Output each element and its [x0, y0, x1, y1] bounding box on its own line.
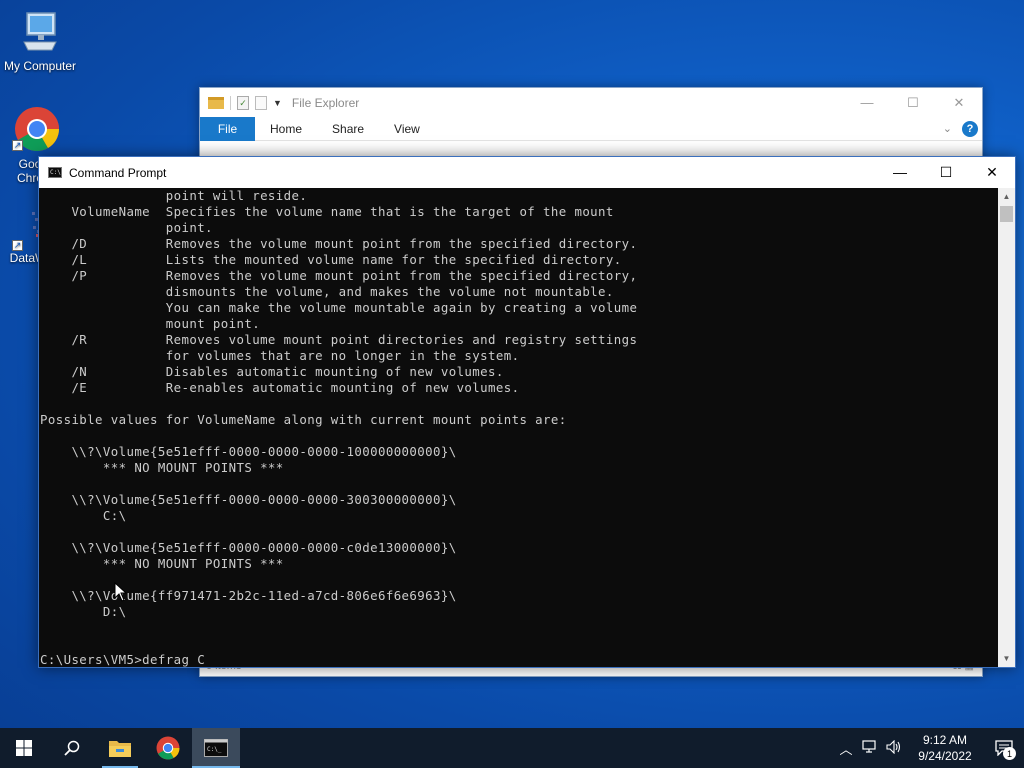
action-center-button[interactable]: 1 — [984, 728, 1024, 768]
expand-ribbon-icon[interactable]: ⌄ — [943, 122, 952, 135]
file-explorer-icon — [109, 741, 131, 757]
command-prompt-window[interactable]: C:\ Command Prompt — ☐ ✕ point will resi… — [38, 156, 1016, 668]
customize-dropdown-icon[interactable]: ▼ — [273, 98, 282, 108]
tab-share[interactable]: Share — [317, 122, 379, 136]
clock[interactable]: 9:12 AM 9/24/2022 — [906, 732, 984, 764]
windows-logo-icon — [16, 740, 32, 756]
taskbar-file-explorer[interactable] — [96, 728, 144, 768]
taskbar-command-prompt[interactable]: C:\_ — [192, 728, 240, 768]
shortcut-arrow-icon: ↗ — [12, 140, 23, 151]
shortcut-arrow-icon: ↗ — [12, 240, 23, 251]
minimize-button[interactable]: — — [877, 157, 923, 187]
scroll-thumb[interactable] — [1000, 206, 1013, 222]
notification-count-badge: 1 — [1003, 747, 1016, 760]
folder-icon — [208, 96, 224, 109]
console-line: VolumeName Specifies the volume name tha… — [40, 204, 614, 219]
console-line: dismounts the volume, and makes the volu… — [40, 284, 614, 299]
maximize-button[interactable]: ☐ — [923, 157, 969, 187]
console-line: for volumes that are no longer in the sy… — [40, 348, 520, 363]
console-icon: C:\ — [48, 167, 62, 178]
console-line: \\?\Volume{ff971471-2b2c-11ed-a7cd-806e6… — [40, 588, 457, 603]
tab-file[interactable]: File — [200, 116, 255, 141]
quick-access-toolbar: ✓ ▼ — [208, 95, 282, 110]
command-prompt-titlebar[interactable]: C:\ Command Prompt — ☐ ✕ — [39, 157, 1015, 188]
start-button[interactable] — [0, 728, 48, 768]
search-button[interactable] — [48, 728, 96, 768]
console-line: C:\Users\VM5>defrag C — [40, 652, 206, 667]
console-line: /R Removes volume mount point directorie… — [40, 332, 638, 347]
close-button[interactable]: ✕ — [969, 157, 1015, 187]
console-line: D:\ — [40, 604, 127, 619]
console-line: \\?\Volume{5e51efff-0000-0000-0000-30030… — [40, 492, 457, 507]
console-line: mount point. — [40, 316, 261, 331]
console-line: \\?\Volume{5e51efff-0000-0000-0000-10000… — [40, 444, 457, 459]
command-prompt-icon: C:\_ — [204, 739, 228, 757]
close-button[interactable]: ✕ — [936, 88, 982, 117]
properties-icon[interactable]: ✓ — [237, 95, 249, 110]
window-title: Command Prompt — [69, 165, 167, 180]
scroll-up-icon[interactable]: ▲ — [998, 188, 1015, 205]
console-line: /E Re-enables automatic mounting of new … — [40, 380, 520, 395]
console-line: Possible values for VolumeName along wit… — [40, 412, 567, 427]
system-tray: ︿ 9:12 AM 9/24/2022 1 — [834, 728, 1024, 768]
my-computer-shortcut[interactable]: My Computer — [0, 10, 80, 73]
console-output[interactable]: point will reside. VolumeName Specifies … — [39, 188, 999, 667]
console-line: /D Removes the volume mount point from t… — [40, 236, 638, 251]
console-line: /L Lists the mounted volume name for the… — [40, 252, 622, 267]
console-line: *** NO MOUNT POINTS *** — [40, 460, 284, 475]
desktop-icon-label: My Computer — [3, 59, 77, 73]
search-icon — [64, 740, 80, 756]
scroll-down-icon[interactable]: ▼ — [998, 650, 1015, 667]
svg-text:C:\_: C:\_ — [207, 746, 222, 753]
show-hidden-icons-chevron-icon[interactable]: ︿ — [834, 739, 858, 758]
computer-icon — [23, 12, 57, 51]
taskbar: C:\_ ︿ 9:12 AM 9/24/2022 1 — [0, 728, 1024, 768]
ribbon-tabs: File Home Share View ⌄ ? — [200, 116, 982, 141]
vertical-scrollbar[interactable]: ▲ ▼ — [998, 188, 1015, 667]
new-folder-icon[interactable] — [255, 95, 267, 110]
console-line: You can make the volume mountable again … — [40, 300, 638, 315]
console-text: point will reside. VolumeName Specifies … — [40, 188, 999, 667]
file-explorer-titlebar[interactable]: ✓ ▼ File Explorer — ☐ ✕ — [200, 88, 982, 117]
network-icon[interactable] — [858, 739, 882, 757]
console-line: point will reside. — [40, 188, 308, 203]
console-line: C:\ — [40, 508, 127, 523]
clock-time: 9:12 AM — [922, 733, 968, 747]
maximize-button[interactable]: ☐ — [890, 88, 936, 117]
volume-icon[interactable] — [882, 739, 906, 757]
console-line: *** NO MOUNT POINTS *** — [40, 556, 284, 571]
window-title: File Explorer — [291, 95, 360, 110]
taskbar-chrome[interactable] — [144, 728, 192, 768]
console-line: /N Disables automatic mounting of new vo… — [40, 364, 504, 379]
console-line: \\?\Volume{5e51efff-0000-0000-0000-c0de1… — [40, 540, 457, 555]
chrome-icon — [156, 736, 180, 760]
console-line: point. — [40, 220, 213, 235]
tab-home[interactable]: Home — [255, 122, 317, 136]
console-line: /P Removes the volume mount point from t… — [40, 268, 638, 283]
tab-view[interactable]: View — [379, 122, 435, 136]
help-icon[interactable]: ? — [962, 120, 978, 137]
clock-date: 9/24/2022 — [918, 749, 972, 763]
minimize-button[interactable]: — — [844, 88, 890, 117]
toolbar-divider — [230, 95, 231, 110]
